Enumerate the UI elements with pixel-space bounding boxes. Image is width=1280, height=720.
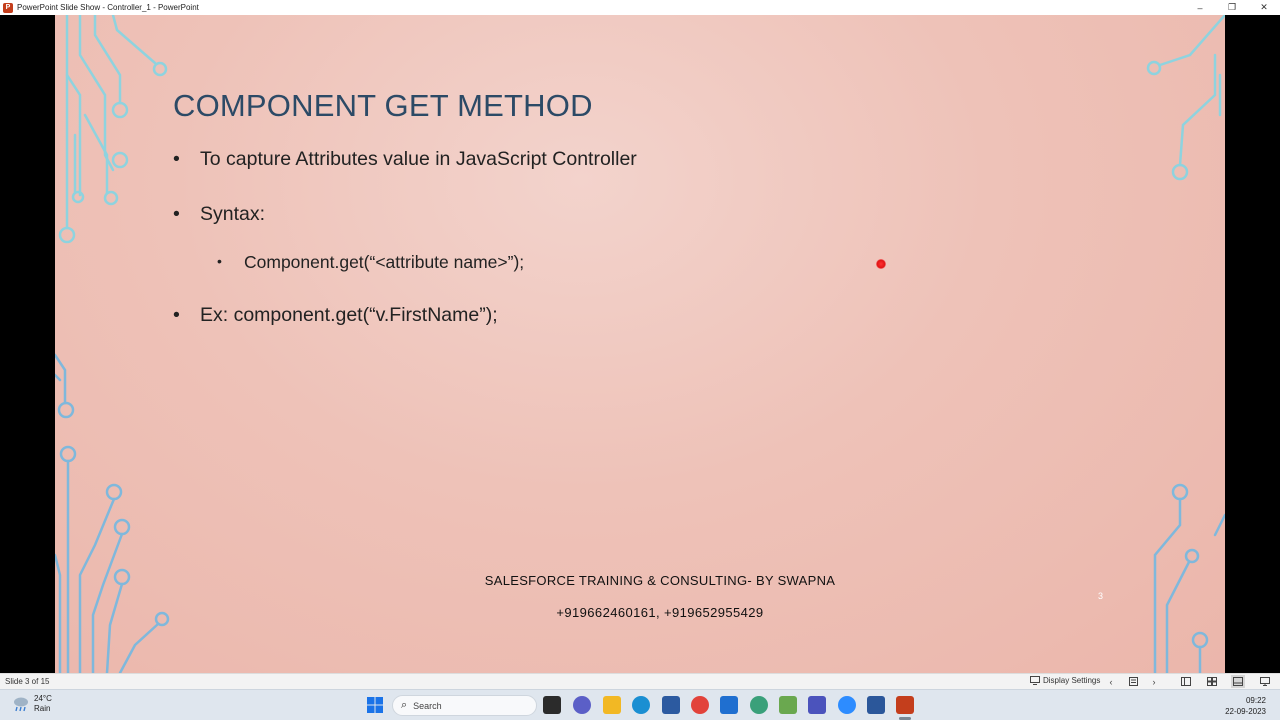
laser-pointer-icon bbox=[876, 259, 886, 269]
bullet-dot-icon: • bbox=[173, 203, 180, 225]
file-explorer-icon[interactable] bbox=[603, 696, 621, 714]
edge-browser-icon[interactable] bbox=[632, 696, 650, 714]
window-controls: – ❐ ✕ bbox=[1184, 0, 1280, 15]
close-button[interactable]: ✕ bbox=[1248, 0, 1280, 15]
taskbar-search-box[interactable]: ⌕ Search bbox=[392, 695, 537, 716]
bullet-text: Syntax: bbox=[200, 203, 266, 225]
display-settings-label: Display Settings bbox=[1043, 676, 1101, 685]
slideshow-view-icon[interactable] bbox=[1258, 675, 1272, 688]
weather-description: Rain bbox=[34, 704, 51, 713]
sub-bullet-item: • Component.get(“<attribute name>”); bbox=[217, 252, 525, 273]
task-view-icon[interactable] bbox=[543, 696, 561, 714]
search-icon: ⌕ bbox=[401, 699, 408, 711]
rain-cloud-icon bbox=[12, 696, 30, 712]
chrome-icon[interactable] bbox=[691, 696, 709, 714]
window-title: PowerPoint Slide Show - Controller_1 - P… bbox=[17, 3, 199, 12]
bullet-dot-icon: • bbox=[173, 304, 180, 326]
bullet-text: Component.get(“<attribute name>”); bbox=[244, 252, 525, 272]
windows-start-icon[interactable] bbox=[366, 696, 384, 714]
monitor-icon bbox=[1030, 676, 1040, 685]
weather-widget[interactable]: 24°C Rain bbox=[12, 694, 52, 714]
slide[interactable]: COMPONENT GET METHOD • To capture Attrib… bbox=[55, 15, 1225, 673]
clock-date: 22-09-2023 bbox=[1225, 707, 1266, 716]
minimize-button[interactable]: – bbox=[1184, 0, 1216, 15]
next-slide-button[interactable]: › bbox=[1147, 675, 1161, 688]
weather-temperature: 24°C bbox=[34, 694, 52, 703]
bullet-item: • Syntax: bbox=[173, 203, 266, 226]
bullet-text: Ex: component.get(“v.FirstName”); bbox=[200, 304, 498, 326]
notepad-plus-icon[interactable] bbox=[779, 696, 797, 714]
word-icon[interactable] bbox=[867, 696, 885, 714]
slideshow-statusbar: Slide 3 of 15 Display Settings ‹ › bbox=[0, 673, 1280, 689]
bullet-text: To capture Attributes value in JavaScrip… bbox=[200, 148, 637, 170]
search-placeholder: Search bbox=[413, 700, 442, 711]
powerpoint-icon[interactable] bbox=[896, 696, 914, 714]
teams-icon[interactable] bbox=[808, 696, 826, 714]
slide-footer-company: SALESFORCE TRAINING & CONSULTING- BY SWA… bbox=[484, 573, 836, 588]
powerpoint-app-icon: P bbox=[3, 2, 13, 13]
chatgpt-icon[interactable] bbox=[750, 696, 768, 714]
slide-counter: Slide 3 of 15 bbox=[5, 677, 50, 686]
slide-menu-icon[interactable] bbox=[1126, 675, 1140, 688]
slide-sorter-icon[interactable] bbox=[1205, 675, 1219, 688]
bullet-dot-icon: • bbox=[173, 148, 180, 170]
slide-footer-phone: +919662460161, +919652955429 bbox=[556, 605, 764, 620]
clock-time: 09:22 bbox=[1245, 696, 1266, 705]
chat-icon[interactable] bbox=[573, 696, 591, 714]
zoom-icon[interactable] bbox=[838, 696, 856, 714]
previous-slide-button[interactable]: ‹ bbox=[1104, 675, 1118, 688]
window-titlebar: P PowerPoint Slide Show - Controller_1 -… bbox=[0, 0, 1280, 15]
restore-button[interactable]: ❐ bbox=[1216, 0, 1248, 15]
bullet-item: • To capture Attributes value in JavaScr… bbox=[173, 148, 637, 171]
slide-number: 3 bbox=[1098, 591, 1104, 601]
slide-title: COMPONENT GET METHOD bbox=[173, 88, 593, 123]
bullet-dot-icon: • bbox=[217, 253, 222, 269]
windows-taskbar: 24°C Rain ⌕ Search 09:22 22-09-2023 bbox=[0, 689, 1280, 720]
system-clock[interactable]: 09:22 22-09-2023 bbox=[1225, 695, 1266, 717]
reading-view-icon[interactable] bbox=[1231, 675, 1245, 688]
display-settings-button[interactable]: Display Settings bbox=[1030, 676, 1100, 685]
normal-view-icon[interactable] bbox=[1179, 675, 1193, 688]
bullet-item: • Ex: component.get(“v.FirstName”); bbox=[173, 304, 498, 327]
microsoft-store-icon[interactable] bbox=[662, 696, 680, 714]
slideshow-stage: COMPONENT GET METHOD • To capture Attrib… bbox=[0, 15, 1280, 673]
vscode-icon[interactable] bbox=[720, 696, 738, 714]
